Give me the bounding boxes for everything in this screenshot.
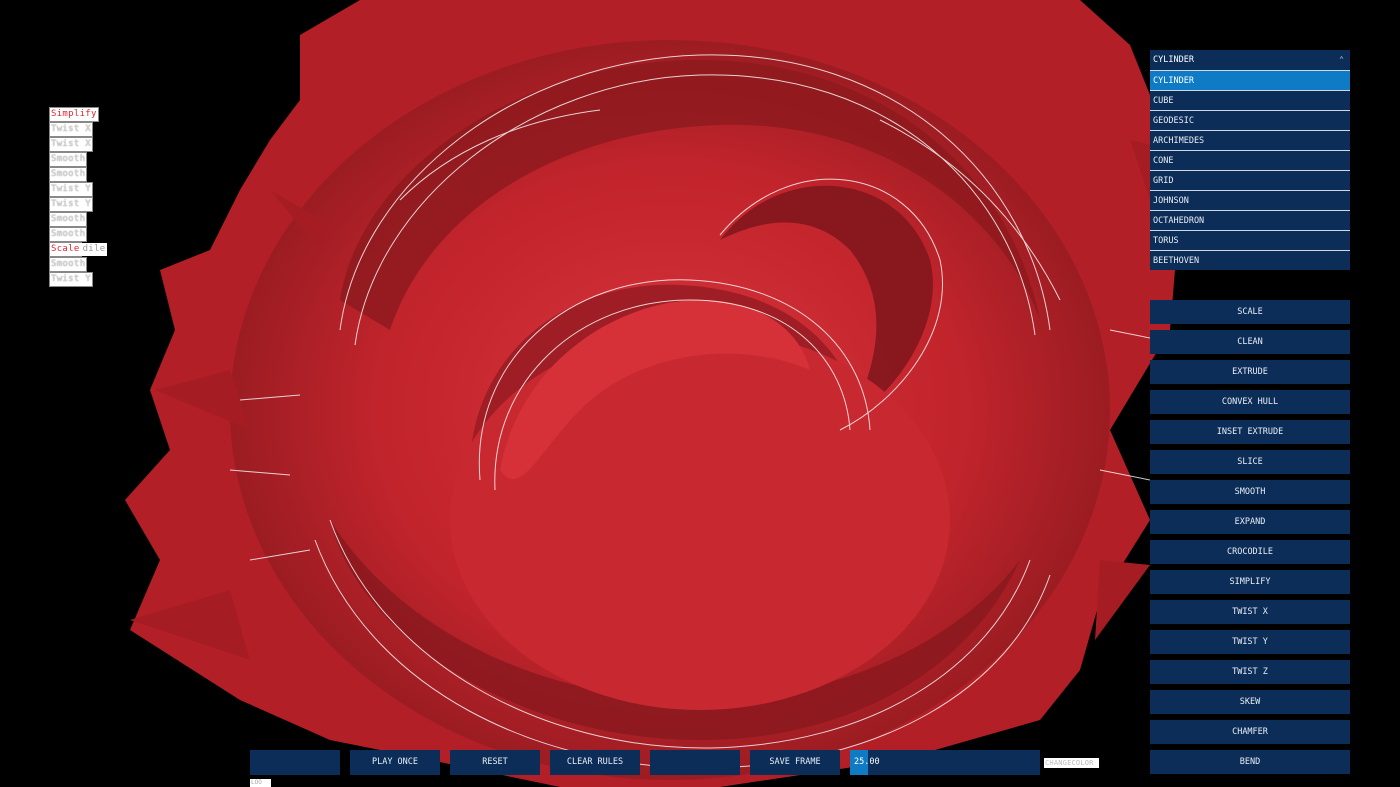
crocodile-button[interactable]: CROCODILE (1150, 540, 1350, 564)
shape-option-cylinder[interactable]: CYLINDER (1150, 70, 1350, 90)
bottom-mini-label: LOO (250, 779, 271, 787)
rule-label: Smooth (48, 212, 88, 227)
rule-label: Twist X (48, 137, 94, 152)
shape-dropdown-selected: CYLINDER (1153, 55, 1194, 65)
twist-y-button[interactable]: TWIST Y (1150, 630, 1350, 654)
rule-label: Smooth (48, 152, 88, 167)
rule-list: Simplify Twist X Twist X Smooth Smooth Twist … (48, 107, 110, 288)
rule-item[interactable]: Simplify (49, 107, 110, 123)
speed-slider[interactable]: 25.00 (850, 750, 1040, 775)
rule-label-suffix: dile (80, 243, 108, 256)
rule-item[interactable]: Smooth (48, 257, 110, 273)
rule-label: Simplify (49, 107, 99, 122)
skew-button[interactable]: SKEW (1150, 690, 1350, 714)
shape-option-grid[interactable]: GRID (1150, 170, 1350, 190)
convex-hull-button[interactable]: CONVEX HULL (1150, 390, 1350, 414)
smooth-button[interactable]: SMOOTH (1150, 480, 1350, 504)
rule-item[interactable]: Twist Y (48, 272, 110, 288)
mesh-object (125, 0, 1180, 787)
play-once-button[interactable]: PLAY ONCE (350, 750, 440, 775)
change-color-toggle[interactable]: CHANGECOLOR (1044, 758, 1099, 768)
clear-rules-button[interactable]: CLEAR RULES (550, 750, 640, 775)
shape-option-archimedes[interactable]: ARCHIMEDES (1150, 130, 1350, 150)
rule-label: Smooth (48, 227, 88, 242)
blank-button-1[interactable] (250, 750, 340, 775)
bend-button[interactable]: BEND (1150, 750, 1350, 774)
twist-z-button[interactable]: TWIST Z (1150, 660, 1350, 684)
speed-slider-value: 25.00 (854, 757, 880, 767)
rule-label: Twist Y (48, 182, 94, 197)
shape-option-cone[interactable]: CONE (1150, 150, 1350, 170)
extrude-button[interactable]: EXTRUDE (1150, 360, 1350, 384)
shape-option-geodesic[interactable]: GEODESIC (1150, 110, 1350, 130)
rule-item[interactable]: Twist Y (48, 197, 110, 213)
operation-buttons: SCALE CLEAN EXTRUDE CONVEX HULL INSET EXTRUD… (1150, 300, 1350, 780)
rule-item[interactable]: Smooth (48, 227, 110, 243)
save-frame-button[interactable]: SAVE FRAME (750, 750, 840, 775)
rule-label: Twist Y (48, 272, 94, 287)
rule-item[interactable]: Twist X (48, 122, 110, 138)
slice-button[interactable]: SLICE (1150, 450, 1350, 474)
expand-button[interactable]: EXPAND (1150, 510, 1350, 534)
scale-button[interactable]: SCALE (1150, 300, 1350, 324)
shape-option-beethoven[interactable]: BEETHOVEN (1150, 250, 1350, 270)
reset-button[interactable]: RESET (450, 750, 540, 775)
twist-x-button[interactable]: TWIST X (1150, 600, 1350, 624)
shape-dropdown-options: CYLINDER CUBE GEODESIC ARCHIMEDES CONE GRID JO… (1150, 70, 1350, 270)
rule-item[interactable]: Twist Y (48, 182, 110, 198)
shape-option-cube[interactable]: CUBE (1150, 90, 1350, 110)
shape-dropdown[interactable]: CYLINDER ⌃ CYLINDER CUBE GEODESIC ARCHIMEDE… (1150, 50, 1350, 270)
shape-dropdown-header[interactable]: CYLINDER ⌃ (1150, 50, 1350, 70)
rule-label: Twist X (48, 122, 94, 137)
shape-option-torus[interactable]: TORUS (1150, 230, 1350, 250)
clean-button[interactable]: CLEAN (1150, 330, 1350, 354)
shape-option-johnson[interactable]: JOHNSON (1150, 190, 1350, 210)
rule-item[interactable]: Smooth (48, 167, 110, 183)
rule-label: Smooth (48, 167, 88, 182)
chamfer-button[interactable]: CHAMFER (1150, 720, 1350, 744)
rule-item[interactable]: Smooth (48, 152, 110, 168)
blank-button-2[interactable] (650, 750, 740, 775)
rule-label: Scale (49, 242, 82, 257)
shape-option-octahedron[interactable]: OCTAHEDRON (1150, 210, 1350, 230)
rule-label: Twist Y (48, 197, 94, 212)
inset-extrude-button[interactable]: INSET EXTRUDE (1150, 420, 1350, 444)
rule-label: Smooth (48, 257, 88, 272)
rule-item[interactable]: Twist X (48, 137, 110, 153)
rule-item[interactable]: Smooth (48, 212, 110, 228)
chevron-up-icon: ⌃ (1339, 55, 1344, 64)
simplify-button[interactable]: SIMPLIFY (1150, 570, 1350, 594)
rule-item[interactable]: Scale dile (49, 242, 110, 258)
